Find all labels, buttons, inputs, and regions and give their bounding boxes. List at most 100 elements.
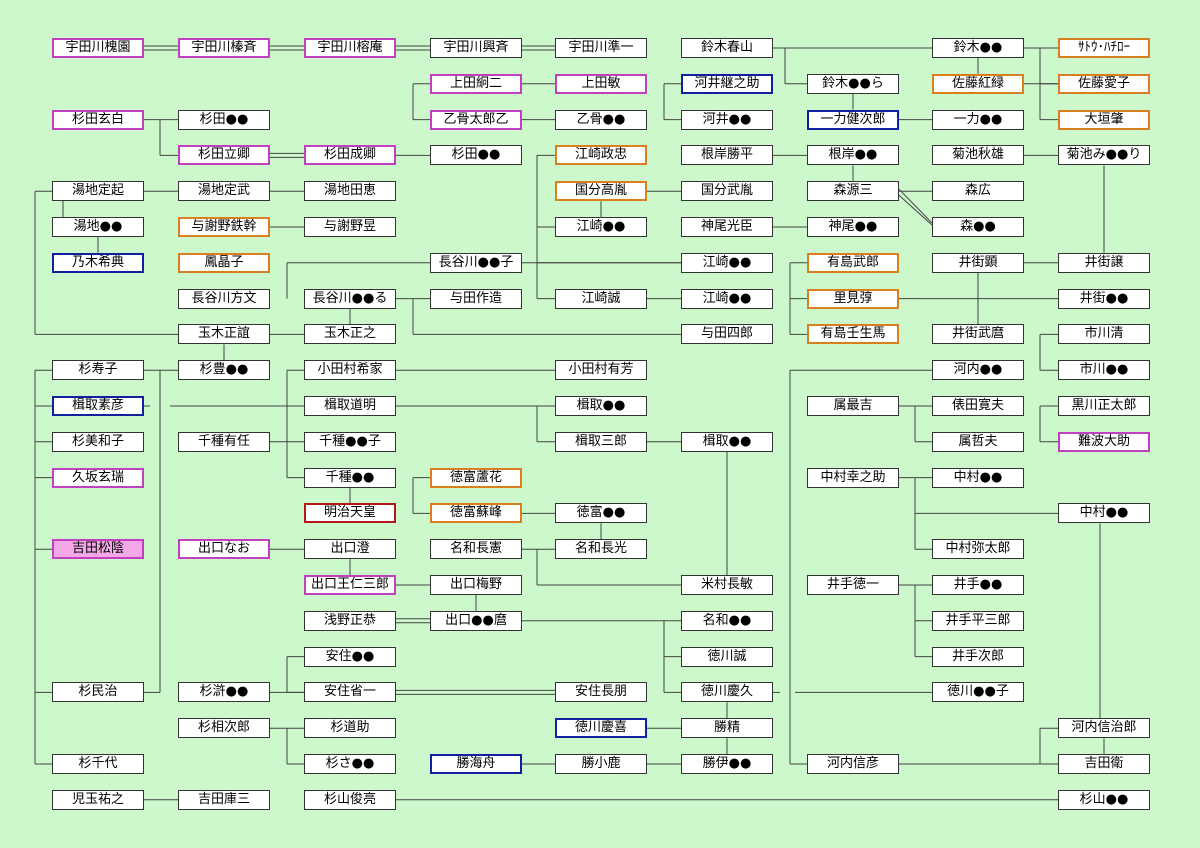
person-box-u4: 勝伊●●	[681, 754, 773, 774]
person-box-i3: 与田四郎	[681, 324, 773, 345]
person-box-f0: 湯地●●	[52, 217, 144, 237]
person-box-s0: 杉民治	[52, 682, 144, 703]
person-box-d1: 杉田立卿	[178, 145, 270, 166]
person-box-c0: 杉田玄白	[52, 109, 144, 130]
person-box-n1: 明治天皇	[304, 503, 396, 524]
person-box-i4: 有島壬生馬	[807, 324, 899, 345]
person-box-t2: 杉道助	[304, 718, 396, 739]
person-box-j4: 河内●●	[932, 360, 1024, 381]
person-box-h1: 長谷川方文	[178, 288, 270, 309]
person-box-g5: 井街顕	[932, 252, 1024, 273]
person-box-a6: 鈴木春山	[681, 38, 773, 58]
person-box-i6: 市川清	[1058, 324, 1150, 345]
person-box-a7: 鈴木●●	[932, 38, 1024, 58]
person-box-i5: 井街武麿	[932, 324, 1024, 345]
person-box-e4: 国分武胤	[681, 181, 773, 202]
person-box-c6: 一力●●	[932, 109, 1024, 130]
connector-line	[898, 194, 933, 226]
person-box-s3: 安住長朋	[555, 682, 647, 703]
person-box-r1: 安住●●	[304, 646, 396, 667]
person-box-m3: 中村幸之助	[807, 467, 899, 488]
person-box-u6: 吉田衛	[1058, 754, 1150, 774]
person-box-a8: ｻﾄｳ･ﾊﾁﾛｰ	[1058, 38, 1150, 58]
person-box-a2: 宇田川榛斉	[178, 38, 270, 58]
person-box-o4: 名和長光	[555, 539, 647, 560]
person-box-i2: 玉木正之	[304, 324, 396, 345]
person-box-k3: 属最吉	[807, 396, 899, 416]
person-box-h5: 江崎●●	[681, 288, 773, 309]
person-box-g1: 鳳晶子	[178, 252, 270, 273]
person-box-k0: 楫取素彦	[52, 396, 144, 416]
person-box-o2: 出口澄	[304, 539, 396, 560]
person-box-b2: 上田敏	[555, 73, 647, 94]
person-box-a4: 宇田川興斉	[430, 38, 522, 58]
person-box-d2: 杉田成卿	[304, 145, 396, 166]
person-box-e3: 国分高胤	[555, 181, 647, 202]
person-box-g6: 井街譲	[1058, 252, 1150, 273]
person-box-e6: 森広	[932, 181, 1024, 202]
person-box-g0: 乃木希典	[52, 252, 144, 273]
person-box-u2: 勝海舟	[430, 754, 522, 774]
person-box-u5: 河内信彦	[807, 754, 899, 774]
person-box-i1: 玉木正誼	[178, 324, 270, 345]
person-box-v3: 杉山●●	[1058, 789, 1150, 810]
person-box-j2: 小田村希家	[304, 360, 396, 381]
person-box-d4: 江崎政忠	[555, 145, 647, 166]
person-box-d7: 菊池秋雄	[932, 145, 1024, 166]
person-box-d6: 根岸●●	[807, 145, 899, 166]
person-box-l3: 楫取三郎	[555, 431, 647, 452]
person-box-e5: 森源三	[807, 181, 899, 202]
person-box-h3: 与田作造	[430, 288, 522, 309]
person-box-b3: 河井継之助	[681, 73, 773, 94]
person-box-o0: 吉田松陰	[52, 539, 144, 560]
person-box-j0: 杉寿子	[52, 360, 144, 381]
person-box-t3: 徳川慶喜	[555, 718, 647, 739]
person-box-k4: 俵田寛夫	[932, 396, 1024, 416]
person-box-d8: 菊池み●●り	[1058, 145, 1150, 166]
person-box-c4: 河井●●	[681, 109, 773, 130]
connector-line	[898, 188, 933, 224]
person-box-p2: 出口梅野	[430, 575, 522, 595]
person-box-a5: 宇田川準一	[555, 38, 647, 58]
person-box-q4: 井手平三郎	[932, 610, 1024, 631]
person-box-o3: 名和長憲	[430, 539, 522, 560]
person-box-p3: 米村長敏	[681, 575, 773, 595]
person-box-m2: 徳富蘆花	[430, 467, 522, 488]
person-box-m0: 久坂玄瑞	[52, 467, 144, 488]
person-box-r2: 徳川誠	[681, 646, 773, 667]
person-box-f3: 江崎●●	[555, 217, 647, 237]
person-box-s4: 徳川慶久	[681, 682, 773, 703]
person-box-n4: 中村●●	[1058, 503, 1150, 524]
person-box-h6: 里見弴	[807, 288, 899, 309]
person-box-l6: 難波大助	[1058, 431, 1150, 452]
person-box-c1: 杉田●●	[178, 109, 270, 130]
person-box-q3: 名和●●	[681, 610, 773, 631]
person-box-c3: 乙骨●●	[555, 109, 647, 130]
person-box-v0: 児玉祐之	[52, 789, 144, 810]
person-box-u1: 杉さ●●	[304, 754, 396, 774]
person-box-v1: 吉田庫三	[178, 789, 270, 810]
person-box-j5: 市川●●	[1058, 360, 1150, 381]
person-box-q2: 出口●●麿	[430, 610, 522, 631]
person-box-s5: 徳川●●子	[932, 682, 1024, 703]
person-box-s1: 杉滸●●	[178, 682, 270, 703]
person-box-b1: 上田絅二	[430, 73, 522, 94]
person-box-h7: 井街●●	[1058, 288, 1150, 309]
person-box-e1: 湯地定武	[178, 181, 270, 202]
person-box-b6: 佐藤愛子	[1058, 73, 1150, 94]
person-box-p4: 井手徳一	[807, 575, 899, 595]
genealogy-chart: 宇田川槐園 宇田川榛斉 宇田川榕庵 宇田川興斉 宇田川準一 鈴木春山 鈴木●● ｻﾄｳ･ﾊﾁﾛ…	[0, 0, 1200, 848]
person-box-k5: 黒川正太郎	[1058, 396, 1150, 416]
person-box-e0: 湯地定起	[52, 181, 144, 202]
person-box-c7: 大垣肇	[1058, 109, 1150, 130]
person-box-f6: 森●●	[932, 217, 1024, 237]
person-box-m4: 中村●●	[932, 467, 1024, 488]
person-box-a3: 宇田川榕庵	[304, 38, 396, 58]
person-box-g3: 江崎●●	[681, 252, 773, 273]
person-box-d5: 根岸勝平	[681, 145, 773, 166]
person-box-b4: 鈴木●●ら	[807, 73, 899, 94]
person-box-h2: 長谷川●●る	[304, 288, 396, 309]
person-box-h4: 江崎誠	[555, 288, 647, 309]
person-box-m1: 千種●●	[304, 467, 396, 488]
person-box-c2: 乙骨太郎乙	[430, 109, 522, 130]
